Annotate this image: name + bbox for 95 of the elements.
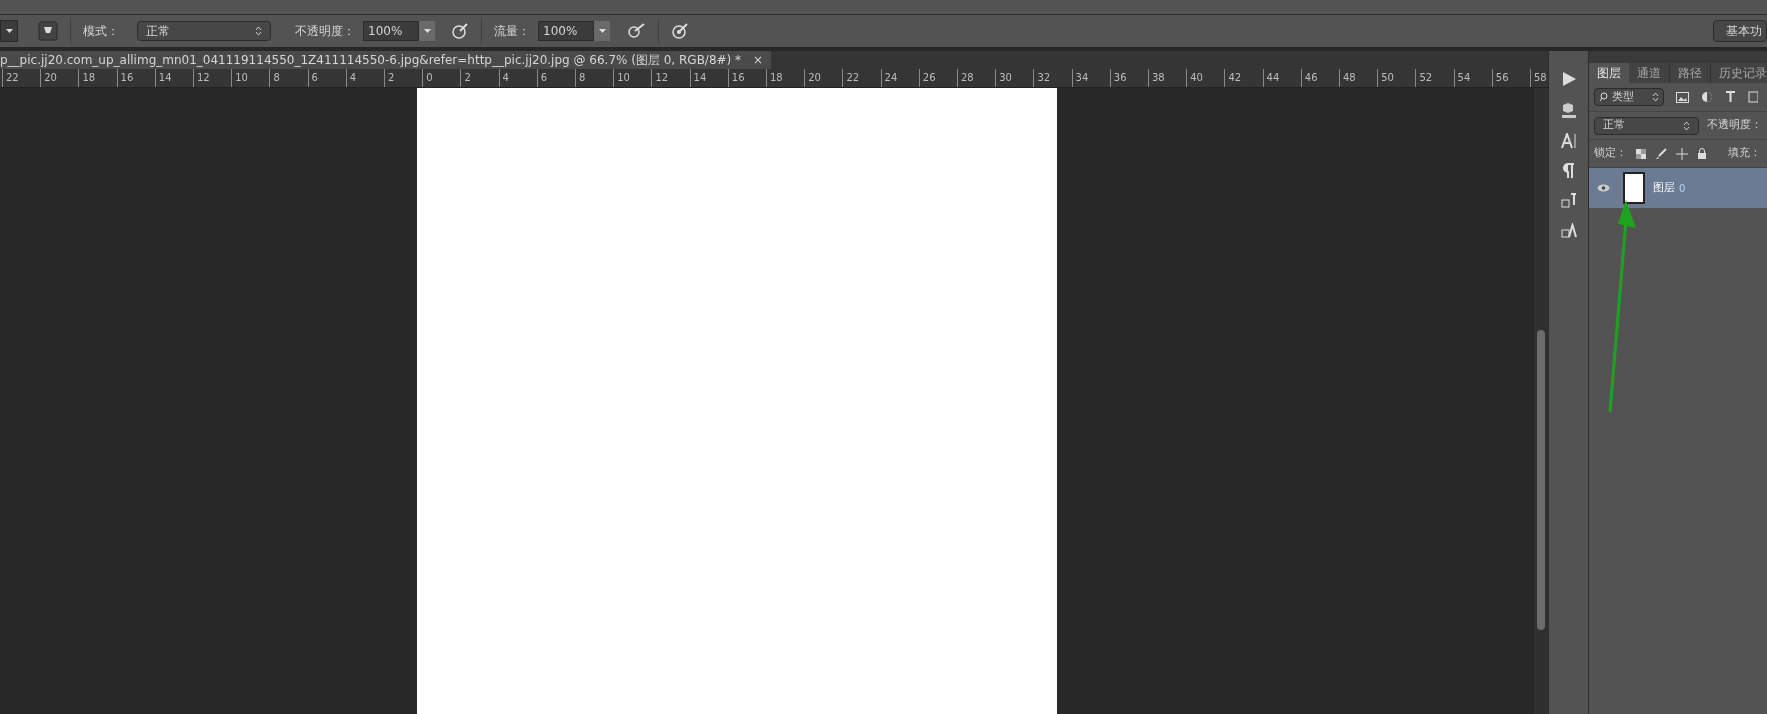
ruler-label: 20	[808, 71, 821, 85]
brush-panel-icon[interactable]	[38, 21, 58, 41]
caret-icon	[255, 26, 262, 36]
ruler-label: 34	[1075, 71, 1089, 85]
ruler-label: 22	[846, 71, 860, 85]
character-styles-icon[interactable]	[1560, 223, 1577, 239]
ruler-label: 40	[1190, 71, 1203, 85]
shape-icon[interactable]	[1748, 91, 1758, 103]
mode-dropdown[interactable]: 正常	[137, 21, 271, 41]
ruler-label: 4	[349, 71, 357, 85]
mode-label: 模式：	[83, 23, 119, 40]
paragraph-icon[interactable]	[1562, 163, 1575, 179]
filter-dropdown[interactable]: 类型	[1594, 88, 1664, 106]
move-icon[interactable]	[1676, 147, 1688, 160]
caret-down-icon	[5, 29, 13, 33]
ruler-label: 20	[44, 71, 57, 85]
ruler-label: 42	[1228, 71, 1242, 85]
search-icon	[1599, 92, 1608, 102]
flow-label: 流量：	[494, 23, 530, 40]
ruler-label: 38	[1152, 71, 1165, 85]
ruler-label: 26	[922, 71, 936, 85]
ruler-label: 2	[388, 71, 395, 85]
ruler-label: 0	[426, 71, 433, 85]
half-circle-icon[interactable]	[1701, 91, 1713, 103]
layer-thumbnail	[1623, 172, 1645, 204]
pressure-icon[interactable]	[671, 22, 689, 40]
panel-tab[interactable]: 图层	[1589, 63, 1629, 83]
ruler-label: 58	[1534, 71, 1547, 85]
ruler-label: 56	[1495, 71, 1509, 85]
ruler-label: 16	[731, 71, 745, 85]
layer-row[interactable]: 图层 0	[1589, 168, 1767, 208]
layer-number: 0	[1679, 181, 1686, 196]
document-tab[interactable]: p__pic.jj20.com_up_allimg_mn01_041119114550_1Z411114550-6.jpg&refer=http__pic.jj20.jpg @ 66.7% (图层 0, RGB/8#) * ×	[0, 51, 772, 69]
ruler-label: 46	[1304, 71, 1318, 85]
text-icon[interactable]	[1725, 91, 1736, 103]
layer-name: 图层	[1653, 179, 1675, 196]
ruler-label: 12	[197, 71, 210, 85]
panel-tab[interactable]: 历史记录	[1711, 63, 1767, 83]
workspace-button[interactable]: 基本功	[1713, 20, 1767, 42]
ruler-label: 32	[1037, 71, 1051, 85]
checkerboard-icon[interactable]	[1636, 148, 1646, 159]
opacity-dropdown[interactable]	[419, 21, 435, 41]
opacity-field[interactable]: 100%	[363, 21, 419, 41]
airbrush-icon[interactable]	[626, 22, 646, 40]
paragraph-styles-icon[interactable]	[1560, 193, 1577, 209]
ruler-label: 14	[158, 71, 172, 85]
ruler-label: 18	[82, 71, 96, 85]
opacity-label: 不透明度：	[1707, 117, 1762, 134]
lock-label: 锁定：	[1594, 145, 1627, 162]
airbrush-icon[interactable]	[451, 22, 469, 40]
eye-icon[interactable]	[1596, 184, 1610, 192]
opacity-label: 不透明度：	[295, 23, 355, 40]
tool-preset-dropdown[interactable]	[0, 20, 18, 42]
ruler-label: 44	[1266, 71, 1280, 85]
ruler-label: 30	[999, 71, 1012, 85]
ruler-label: 24	[884, 71, 898, 85]
ruler-label: 8	[273, 71, 280, 85]
caret-down-icon	[423, 29, 431, 33]
ruler-label: 36	[1113, 71, 1127, 85]
ruler-label: 6	[540, 71, 548, 85]
cube-icon[interactable]	[1559, 101, 1578, 119]
ruler-label: 12	[655, 71, 669, 85]
ruler-label: 16	[120, 71, 134, 85]
ruler-label: 22	[6, 71, 19, 85]
ruler-label: 10	[235, 71, 248, 85]
fill-label: 填充：	[1728, 145, 1761, 162]
flow-dropdown[interactable]	[594, 21, 610, 41]
ruler-label: 52	[1419, 71, 1433, 85]
character-icon[interactable]	[1560, 133, 1577, 149]
vertical-scrollbar[interactable]	[1534, 88, 1548, 714]
ruler-label: 50	[1381, 71, 1394, 85]
image-icon[interactable]	[1676, 91, 1689, 103]
caret-icon	[1652, 92, 1659, 102]
close-button[interactable]: ×	[753, 51, 764, 69]
ruler-label: 18	[770, 71, 783, 85]
ruler-label: 6	[311, 71, 318, 85]
ruler-label: 14	[693, 71, 707, 85]
caret-down-icon	[598, 29, 606, 33]
ruler-label: 54	[1457, 71, 1471, 85]
document-title: p__pic.jj20.com_up_allimg_mn01_041119114550_1Z411114550-6.jpg&refer=http__pic.jj20.jpg @ 66.7% (图层 0, RGB/8#) *	[0, 52, 742, 69]
ruler-label: 2	[464, 71, 471, 85]
play-icon[interactable]	[1560, 71, 1577, 87]
panel-tab[interactable]: 路径	[1670, 63, 1711, 83]
scrollbar-thumb[interactable]	[1537, 330, 1545, 630]
ruler-label: 10	[617, 71, 630, 85]
panel-tab[interactable]: 通道	[1629, 63, 1670, 83]
caret-icon	[1683, 120, 1690, 131]
brush-icon[interactable]	[1655, 147, 1667, 160]
ruler-label: 48	[1343, 71, 1356, 85]
ruler-label: 4	[502, 71, 509, 85]
flow-field[interactable]: 100%	[538, 21, 594, 41]
lock-icon[interactable]	[1697, 147, 1707, 160]
ruler-label: 8	[579, 71, 586, 85]
ruler-label: 28	[961, 71, 974, 85]
blend-mode-dropdown[interactable]: 正常	[1594, 116, 1699, 135]
